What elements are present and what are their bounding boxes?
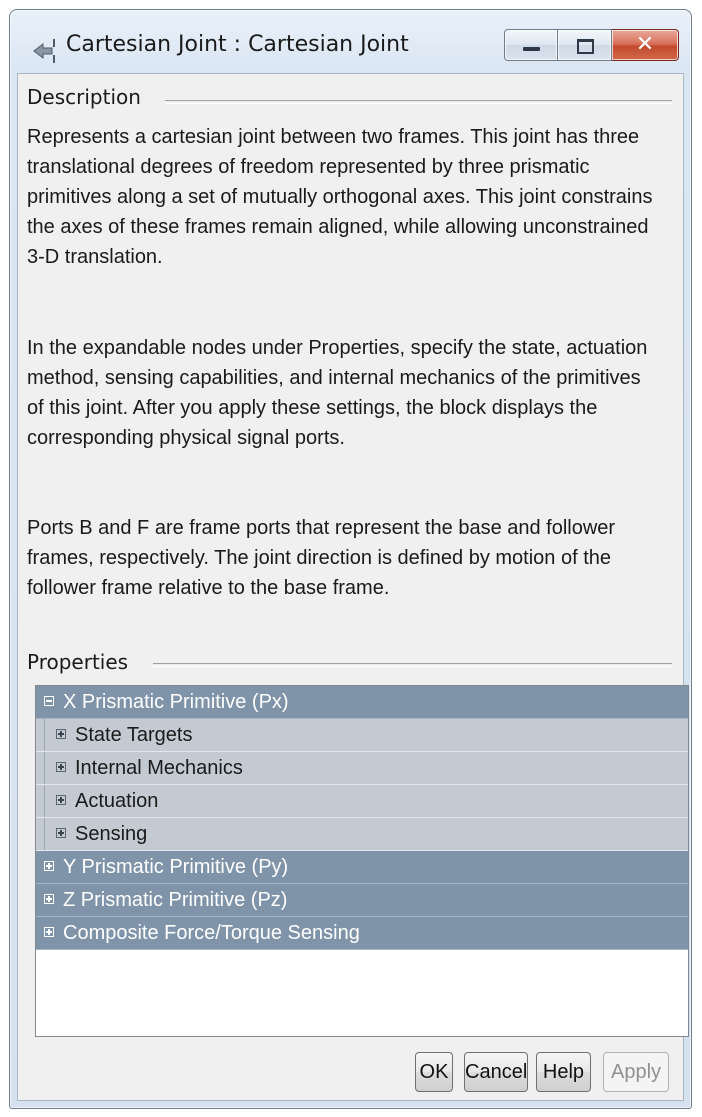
close-icon: ✕ <box>635 32 655 57</box>
minimize-button[interactable] <box>504 29 558 61</box>
properties-label: Properties <box>27 650 137 674</box>
description-label: Description <box>27 85 149 109</box>
tree-node-composite-sensing[interactable]: Composite Force/Torque Sensing <box>36 917 688 950</box>
description-group-line <box>165 100 672 104</box>
tree-node-x-prismatic[interactable]: X Prismatic Primitive (Px) <box>36 686 688 719</box>
collapse-icon[interactable] <box>44 695 54 706</box>
title-bar[interactable]: Cartesian Joint : Cartesian Joint ✕ <box>10 10 691 74</box>
tree-node-label: Internal Mechanics <box>75 757 243 779</box>
expand-icon[interactable] <box>56 761 66 772</box>
properties-group-line <box>153 663 672 667</box>
properties-tree[interactable]: X Prismatic Primitive (Px) State Targets… <box>35 685 689 1037</box>
expand-icon[interactable] <box>44 926 54 937</box>
tree-node-label: X Prismatic Primitive (Px) <box>63 691 289 713</box>
tree-node-label: Y Prismatic Primitive (Py) <box>63 856 289 878</box>
window-title: Cartesian Joint : Cartesian Joint <box>66 32 409 57</box>
expand-icon[interactable] <box>44 860 54 871</box>
ok-button[interactable]: OK <box>415 1052 453 1092</box>
tree-node-label: Composite Force/Torque Sensing <box>63 922 360 944</box>
description-paragraph-2: In the expandable nodes under Properties… <box>27 337 648 449</box>
tree-node-sensing[interactable]: Sensing <box>36 818 688 851</box>
tree-node-internal-mechanics[interactable]: Internal Mechanics <box>36 752 688 785</box>
tree-node-label: Actuation <box>75 790 159 812</box>
maximize-icon <box>577 39 594 54</box>
maximize-button[interactable] <box>558 29 612 61</box>
expand-icon[interactable] <box>44 893 54 904</box>
expand-icon[interactable] <box>56 794 66 805</box>
expand-icon[interactable] <box>56 827 66 838</box>
joint-arrow-icon <box>33 39 55 63</box>
tree-node-z-prismatic[interactable]: Z Prismatic Primitive (Pz) <box>36 884 688 917</box>
description-paragraph-3: Ports B and F are frame ports that repre… <box>27 517 616 599</box>
cancel-button[interactable]: Cancel <box>464 1052 528 1092</box>
tree-node-actuation[interactable]: Actuation <box>36 785 688 818</box>
close-button[interactable]: ✕ <box>612 29 679 61</box>
tree-node-label: Sensing <box>75 823 148 845</box>
help-button[interactable]: Help <box>536 1052 591 1092</box>
tree-node-y-prismatic[interactable]: Y Prismatic Primitive (Py) <box>36 851 688 884</box>
description-paragraph-1: Represents a cartesian joint between two… <box>27 126 653 268</box>
tree-node-label: State Targets <box>75 724 193 746</box>
minimize-icon <box>523 47 540 51</box>
apply-button[interactable]: Apply <box>603 1052 669 1092</box>
tree-node-state-targets[interactable]: State Targets <box>36 719 688 752</box>
tree-node-label: Z Prismatic Primitive (Pz) <box>63 889 288 911</box>
expand-icon[interactable] <box>56 728 66 739</box>
